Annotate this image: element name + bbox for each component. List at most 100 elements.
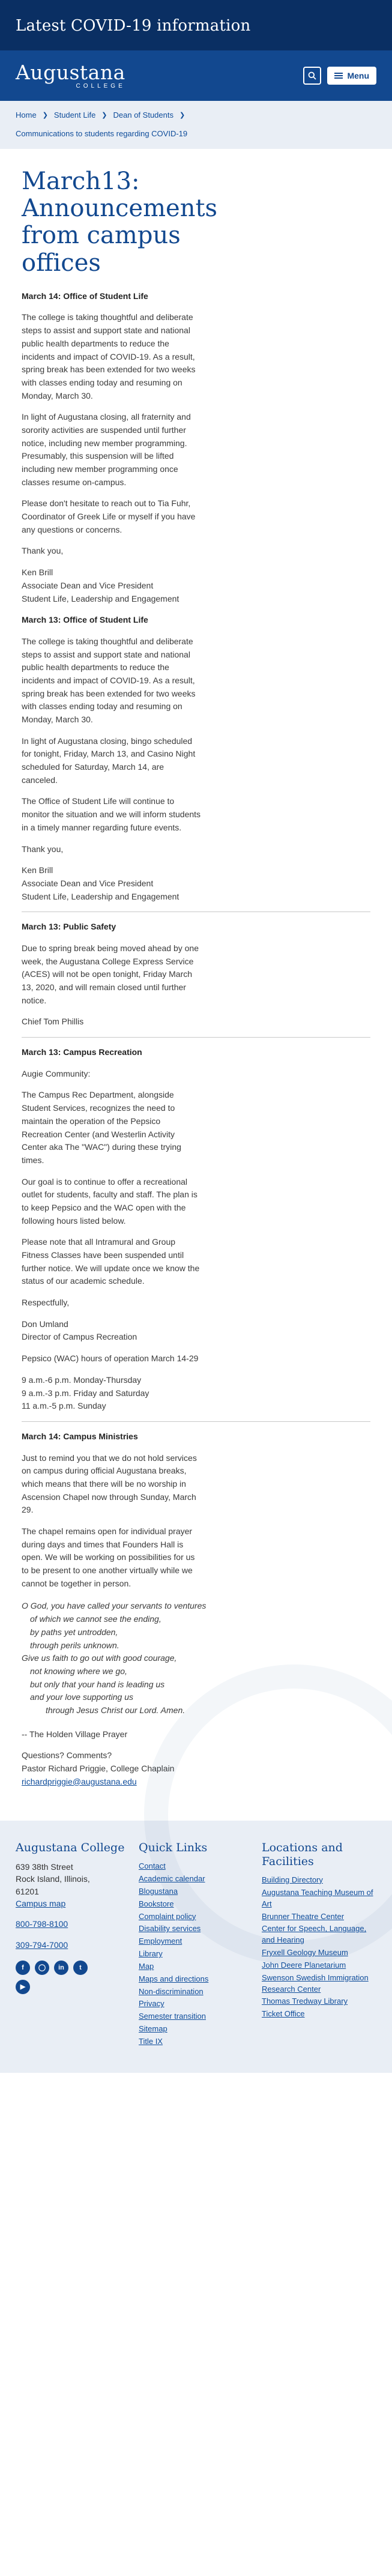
paragraph: Just to remind you that we do not hold s… xyxy=(22,1453,197,1515)
footer-link[interactable]: Contact xyxy=(139,1861,253,1872)
signature: Don Umland Director of Campus Recreation xyxy=(22,1318,370,1344)
footer-link[interactable]: Sitemap xyxy=(139,2024,253,2035)
covid-banner-link[interactable]: Latest COVID-19 information xyxy=(16,17,250,35)
signature-title: Associate Dean and Vice President xyxy=(22,878,154,888)
footer-link[interactable]: Swenson Swedish Immigration Research Cen… xyxy=(262,1973,376,1995)
email-link[interactable]: richardpriggie@augustana.edu xyxy=(22,1777,137,1786)
chevron-right-icon: ❯ xyxy=(42,112,48,119)
augustana-logo[interactable]: Augustana COLLEGE xyxy=(16,62,125,89)
breadcrumb-dean-of-students[interactable]: Dean of Students xyxy=(113,110,173,119)
site-header: Augustana COLLEGE Menu xyxy=(0,50,392,101)
footer-heading: Locations and Facilities xyxy=(262,1841,343,1869)
footer-link[interactable]: Maps and directions xyxy=(139,1974,253,1985)
signature-title: Director of Campus Recreation xyxy=(22,1332,137,1342)
paragraph: Please note that all Intramural and Grou… xyxy=(22,1237,200,1286)
paragraph: The Office of Student Life will continue… xyxy=(22,796,201,832)
breadcrumb-student-life[interactable]: Student Life xyxy=(54,110,95,119)
prayer-line: O God, you have called your servants to … xyxy=(22,1601,207,1611)
footer-link[interactable]: Non-discrimination xyxy=(139,1986,253,1998)
footer-contact: Augustana College 639 38th Street Rock I… xyxy=(16,1841,130,2048)
signature-title: Associate Dean and Vice President xyxy=(22,580,154,590)
hours-item: 9 a.m.-3 p.m. Friday and Saturday xyxy=(22,1388,149,1398)
signature-name: Ken Brill xyxy=(22,567,53,578)
footer-link[interactable]: Semester transition xyxy=(139,2011,253,2022)
phone-link[interactable]: 309-794-7000 xyxy=(16,1939,130,1951)
phone-link[interactable]: 800-798-8100 xyxy=(16,1918,130,1930)
breadcrumb-current[interactable]: Communications to students regarding COV… xyxy=(16,129,376,138)
paragraph: The Campus Rec Department, alongside Stu… xyxy=(22,1090,181,1165)
paragraph: The college is taking thoughtful and del… xyxy=(22,312,196,401)
breadcrumb: Home ❯ Student Life ❯ Dean of Students ❯… xyxy=(0,101,392,149)
footer-link[interactable]: Blogustana xyxy=(139,1886,253,1897)
signature-name: Don Umland xyxy=(22,1319,68,1329)
search-icon xyxy=(309,71,317,80)
search-button[interactable] xyxy=(303,67,322,85)
twitter-icon[interactable]: t xyxy=(73,1960,88,1975)
paragraph: Please don't hesitate to reach out to Ti… xyxy=(22,498,196,534)
paragraph: Our goal is to continue to offer a recre… xyxy=(22,1176,198,1226)
announcement-public-safety: March 13: Public Safety Due to spring br… xyxy=(22,912,370,1029)
footer-link[interactable]: Ticket Office xyxy=(262,2009,376,2020)
address-line: Rock Island, Illinois, xyxy=(16,1874,90,1884)
prayer-line: by paths yet untrodden, xyxy=(30,1627,118,1637)
linkedin-icon[interactable]: in xyxy=(54,1960,68,1975)
section-heading: March 13: Public Safety xyxy=(22,912,370,934)
signature-dept: Student Life, Leadership and Engagement xyxy=(22,593,179,603)
paragraph: In light of Augustana closing, bingo sch… xyxy=(22,736,196,785)
footer-link[interactable]: Complaint policy xyxy=(139,1911,253,1923)
page-title: March13: Announcements from campus offic… xyxy=(22,168,218,277)
footer-link[interactable]: Brunner Theatre Center xyxy=(262,1911,376,1923)
covid-banner[interactable]: Latest COVID-19 information xyxy=(0,0,392,50)
footer-link[interactable]: Map xyxy=(139,1961,253,1973)
prayer-line: Give us faith to go out with good courag… xyxy=(22,1653,177,1663)
closing: Respectfully, xyxy=(22,1298,70,1308)
address-line: 61201 xyxy=(16,1886,39,1896)
footer-heading: Augustana College xyxy=(16,1841,125,1855)
campus-map-link[interactable]: Campus map xyxy=(16,1897,130,1909)
section-heading: March 14: Campus Ministries xyxy=(22,1421,370,1444)
footer-link[interactable]: Employment xyxy=(139,1936,253,1947)
address-line: 639 38th Street xyxy=(16,1862,73,1872)
closing: Thank you, xyxy=(22,546,64,556)
footer-link[interactable]: Augustana Teaching Museum of Art xyxy=(262,1887,376,1910)
hours-item: 9 a.m.-6 p.m. Monday-Thursday xyxy=(22,1374,142,1385)
youtube-icon[interactable]: ▶ xyxy=(16,1979,30,1994)
hours-list: 9 a.m.-6 p.m. Monday-Thursday 9 a.m.-3 p… xyxy=(22,1374,370,1413)
logo-subtitle: COLLEGE xyxy=(76,82,125,89)
signature-name: Chief Tom Phillis xyxy=(22,1017,84,1027)
breadcrumb-home[interactable]: Home xyxy=(16,110,37,119)
footer-link[interactable]: Title IX xyxy=(139,2036,253,2048)
hours-title: Pepsico (WAC) hours of operation March 1… xyxy=(22,1353,199,1364)
footer-link[interactable]: Thomas Tredway Library xyxy=(262,1996,376,2007)
footer-link[interactable]: Library xyxy=(139,1949,253,1960)
footer-locations: Locations and Facilities Building Direct… xyxy=(262,1841,376,2048)
footer-link[interactable]: Building Directory xyxy=(262,1875,376,1886)
greeting: Augie Community: xyxy=(22,1068,91,1078)
footer-link[interactable]: Academic calendar xyxy=(139,1873,253,1885)
signature: Ken Brill Associate Dean and Vice Presid… xyxy=(22,864,370,903)
footer-link[interactable]: John Deere Planetarium xyxy=(262,1960,376,1971)
footer-link[interactable]: Center for Speech, Language, and Hearing xyxy=(262,1923,376,1946)
chevron-right-icon: ❯ xyxy=(179,112,185,119)
announcement-student-life-mar13: March 13: Office of Student Life The col… xyxy=(22,614,370,903)
signature-name: Ken Brill xyxy=(22,865,53,875)
footer-heading: Quick Links xyxy=(139,1841,208,1855)
footer-link[interactable]: Privacy xyxy=(139,1998,253,2010)
menu-button[interactable]: Menu xyxy=(327,67,376,85)
header-tools: Menu xyxy=(303,67,376,85)
footer-link[interactable]: Disability services xyxy=(139,1923,253,1935)
announcement-student-life-mar14: March 14: Office of Student Life The col… xyxy=(22,290,370,605)
chevron-right-icon: ❯ xyxy=(101,112,107,119)
announcement-campus-recreation: March 13: Campus Recreation Augie Commun… xyxy=(22,1037,370,1413)
signature-dept: Student Life, Leadership and Engagement xyxy=(22,891,179,901)
footer-quick-links: Quick Links Contact Academic calendar Bl… xyxy=(139,1841,253,2048)
footer-link[interactable]: Fryxell Geology Museum xyxy=(262,1947,376,1959)
footer-link[interactable]: Bookstore xyxy=(139,1899,253,1910)
menu-label: Menu xyxy=(347,71,369,80)
paragraph: The college is taking thoughtful and del… xyxy=(22,636,196,724)
instagram-icon[interactable]: ◯ xyxy=(35,1960,49,1975)
facebook-icon[interactable]: f xyxy=(16,1960,30,1975)
hamburger-icon xyxy=(334,73,343,79)
paragraph: The chapel remains open for individual p… xyxy=(22,1526,195,1588)
site-footer: Augustana College 639 38th Street Rock I… xyxy=(0,1664,392,2073)
